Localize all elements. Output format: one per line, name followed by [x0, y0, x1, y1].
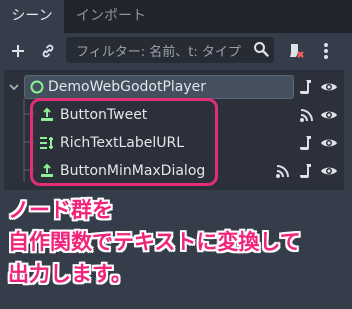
annotation-line-3: 出力します。 — [8, 262, 132, 286]
filter-input[interactable]: フィルター: 名前、t: タイプ — [66, 37, 274, 63]
signal-icon[interactable] — [298, 106, 316, 124]
tab-import[interactable]: インポート — [76, 0, 146, 33]
script-icon[interactable] — [298, 78, 316, 96]
magnifier-icon — [252, 40, 270, 62]
link-icon[interactable] — [38, 41, 58, 61]
eye-icon[interactable] — [320, 106, 338, 124]
filter-placeholder: フィルター: 名前、t: タイプ — [76, 45, 241, 60]
node-circle-icon — [28, 78, 46, 96]
annotation-line-1: ノード群を — [8, 198, 113, 222]
tree-row-label: DemoWebGodotPlayer — [48, 79, 207, 95]
kebab-menu-icon[interactable] — [316, 41, 336, 61]
script-icon[interactable] — [298, 162, 316, 180]
script-icon[interactable] — [298, 134, 316, 152]
remote-scene-icon[interactable] — [286, 41, 306, 61]
callout-box — [30, 98, 218, 186]
annotation-line-2: 自作関数でテキストに変換して — [8, 230, 301, 254]
chevron-down-icon[interactable] — [8, 79, 20, 98]
eye-icon[interactable] — [320, 134, 338, 152]
eye-icon[interactable] — [320, 162, 338, 180]
signal-icon[interactable] — [274, 162, 292, 180]
tree-row-root[interactable]: DemoWebGodotPlayer — [4, 73, 344, 101]
dock-tab-bar: シーン インポート — [0, 0, 352, 33]
tab-scene[interactable]: シーン — [0, 0, 64, 33]
eye-icon[interactable] — [320, 78, 338, 96]
plus-icon[interactable] — [8, 41, 28, 61]
